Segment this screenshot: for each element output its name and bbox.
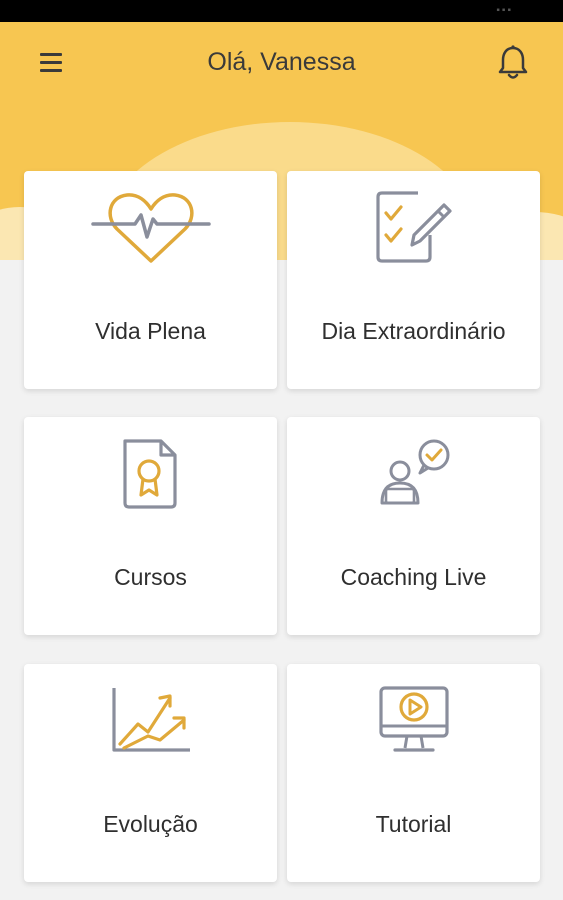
card-evolucao[interactable]: Evolução [24, 664, 277, 882]
status-icons: ▪▪▪ [496, 5, 513, 16]
card-label: Vida Plena [95, 318, 206, 344]
page-title: Olá, Vanessa [207, 48, 356, 76]
card-cursos[interactable]: Cursos [24, 417, 277, 635]
card-label: Dia Extraordinário [321, 318, 506, 344]
card-tutorial[interactable]: Tutorial [287, 664, 540, 882]
video-monitor-icon [377, 684, 451, 756]
heartbeat-icon [90, 189, 211, 269]
card-label: Coaching Live [340, 564, 487, 590]
card-label: Cursos [114, 564, 187, 590]
card-vida-plena[interactable]: Vida Plena [24, 171, 277, 389]
status-bar: ▪▪▪ [0, 0, 563, 22]
card-coaching-live[interactable]: Coaching Live [287, 417, 540, 635]
card-dia-extraordinario[interactable]: Dia Extraordinário [287, 171, 540, 389]
notification-bell-icon[interactable] [496, 44, 530, 82]
coaching-chat-icon [376, 437, 452, 509]
certificate-icon [121, 437, 181, 509]
checklist-icon [374, 191, 454, 265]
growth-chart-icon [108, 684, 194, 756]
card-label: Evolução [103, 811, 198, 837]
card-label: Tutorial [375, 811, 452, 837]
